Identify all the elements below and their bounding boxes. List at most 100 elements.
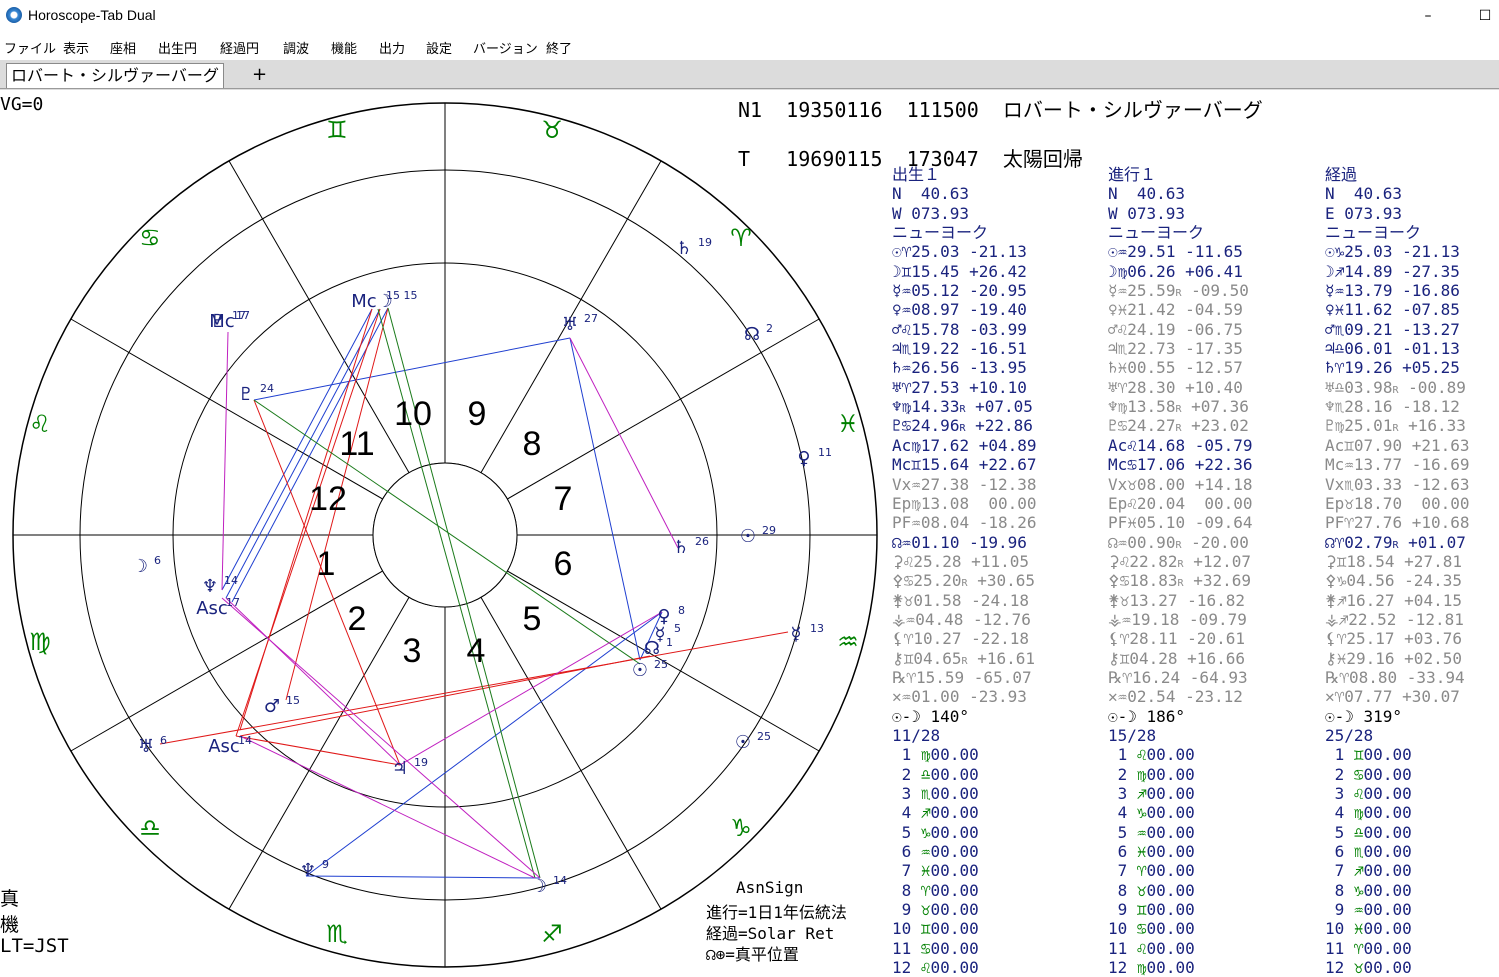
planet-marker[interactable]: ☽ 14 bbox=[531, 874, 567, 897]
body-row[interactable]: ♇♋24.96R +22.86 bbox=[892, 416, 1037, 435]
body-row[interactable]: Vx♉08.00 +14.18 bbox=[1108, 475, 1253, 494]
body-row[interactable]: ♀♓21.42 -04.59 bbox=[1108, 300, 1253, 319]
body-row[interactable]: Mc♒13.77 -16.69 bbox=[1325, 455, 1470, 474]
body-row[interactable]: ♆♍14.33R +07.05 bbox=[892, 397, 1037, 416]
body-row[interactable]: ⚷♊04.65R +16.61 bbox=[892, 649, 1037, 668]
menu-aspects[interactable]: 座相 bbox=[110, 38, 136, 57]
body-row[interactable]: ☿♒05.12 -20.95 bbox=[892, 281, 1037, 300]
body-row[interactable]: ✕♒01.00 -23.93 bbox=[892, 687, 1037, 706]
body-row[interactable]: ♇♋24.27R +23.02 bbox=[1108, 416, 1253, 435]
body-row[interactable]: Ep♌20.04 00.00 bbox=[1108, 494, 1253, 513]
body-row[interactable]: ♄♈19.26 +05.25 bbox=[1325, 358, 1470, 377]
body-row[interactable]: Mc♋17.06 +22.36 bbox=[1108, 455, 1253, 474]
body-row[interactable]: ⚶♐22.52 -12.81 bbox=[1325, 610, 1470, 629]
body-row[interactable]: ♂♌24.19 -06.75 bbox=[1108, 320, 1253, 339]
body-row[interactable]: ⚳♌22.82R +12.07 bbox=[1108, 552, 1253, 571]
body-row[interactable]: ⚵♉13.27 -16.82 bbox=[1108, 591, 1253, 610]
body-row[interactable]: ⚸♈10.27 -22.18 bbox=[892, 629, 1037, 648]
body-row[interactable]: ✕♒02.54 -23.12 bbox=[1108, 687, 1253, 706]
planet-marker[interactable]: ♅ 27 bbox=[562, 312, 598, 335]
planet-marker[interactable]: ☽ 6 bbox=[132, 554, 161, 577]
planet-marker[interactable]: ♀ 11 bbox=[797, 446, 832, 469]
body-row[interactable]: ♂♏09.21 -13.27 bbox=[1325, 320, 1470, 339]
body-row[interactable]: ☽♊15.45 +26.42 bbox=[892, 262, 1037, 281]
body-row[interactable]: ☉♈25.03 -21.13 bbox=[892, 242, 1037, 261]
body-row[interactable]: Ac♊07.90 +21.63 bbox=[1325, 436, 1470, 455]
planet-marker[interactable]: ♆ 14 bbox=[202, 574, 238, 597]
planet-marker[interactable]: ♄ 19 bbox=[676, 236, 712, 259]
body-row[interactable]: ℞♈15.59 -65.07 bbox=[892, 668, 1037, 687]
planet-marker[interactable]: ☉ 25 bbox=[632, 658, 668, 681]
body-row[interactable]: Ac♍17.62 +04.89 bbox=[892, 436, 1037, 455]
body-row[interactable]: Vx♏03.33 -12.63 bbox=[1325, 475, 1470, 494]
planet-marker[interactable]: Asc17 bbox=[196, 596, 240, 619]
body-row[interactable]: ♃♏19.22 -16.51 bbox=[892, 339, 1037, 358]
body-row[interactable]: ♅♈28.30 +10.40 bbox=[1108, 378, 1253, 397]
body-row[interactable]: ♂♌15.78 -03.99 bbox=[892, 320, 1037, 339]
body-row[interactable]: ☉♒29.51 -11.65 bbox=[1108, 242, 1253, 261]
body-row[interactable]: Ac♌14.68 -05.79 bbox=[1108, 436, 1253, 455]
body-row[interactable]: ⚸♈25.17 +03.76 bbox=[1325, 629, 1470, 648]
planet-marker[interactable]: Mc 17 bbox=[209, 309, 250, 332]
body-row[interactable]: ℞♈08.80 -33.94 bbox=[1325, 668, 1470, 687]
add-tab-button[interactable]: + bbox=[252, 63, 267, 87]
body-row[interactable]: PF♓05.10 -09.64 bbox=[1108, 513, 1253, 532]
body-row[interactable]: ♃♏22.73 -17.35 bbox=[1108, 339, 1253, 358]
body-row[interactable]: Mc♊15.64 +22.67 bbox=[892, 455, 1037, 474]
menu-file[interactable]: ファイル bbox=[4, 38, 56, 57]
planet-marker[interactable]: ♂ 15 bbox=[264, 694, 300, 717]
menu-natal-circle[interactable]: 出生円 bbox=[158, 38, 197, 57]
body-row[interactable]: ♆♏28.16 -18.12 bbox=[1325, 397, 1470, 416]
body-row[interactable]: ⚷♓29.16 +02.50 bbox=[1325, 649, 1470, 668]
menu-exit[interactable]: 終了 bbox=[546, 38, 572, 57]
body-row[interactable]: ♆♍13.58R +07.36 bbox=[1108, 397, 1253, 416]
body-row[interactable]: ♇♍25.01R +16.33 bbox=[1325, 416, 1470, 435]
body-row[interactable]: ⚵♐16.27 +04.15 bbox=[1325, 591, 1470, 610]
body-row[interactable]: ✕♈07.77 +30.07 bbox=[1325, 687, 1470, 706]
menu-settings[interactable]: 設定 bbox=[426, 38, 452, 57]
tab-chart[interactable]: ロバート・シルヴァーバーグ bbox=[6, 63, 224, 88]
body-row[interactable]: ☉♑25.03 -21.13 bbox=[1325, 242, 1470, 261]
body-row[interactable]: ⚷♊04.28 +16.66 bbox=[1108, 649, 1253, 668]
body-row[interactable]: ℞♈16.24 -64.93 bbox=[1108, 668, 1253, 687]
body-row[interactable]: ☿♒13.79 -16.86 bbox=[1325, 281, 1470, 300]
planet-marker[interactable]: ☊ 2 bbox=[744, 322, 773, 345]
body-row[interactable]: ♅♈27.53 +10.10 bbox=[892, 378, 1037, 397]
body-row[interactable]: ☊♒00.90R -20.00 bbox=[1108, 533, 1253, 552]
body-row[interactable]: ♃♎06.01 -01.13 bbox=[1325, 339, 1470, 358]
planet-marker[interactable]: ☿ 13 bbox=[790, 622, 824, 645]
planet-marker[interactable]: ☉ 25 bbox=[735, 730, 771, 753]
body-row[interactable]: ⚵♉01.58 -24.18 bbox=[892, 591, 1037, 610]
body-row[interactable]: ♀♒08.97 -19.40 bbox=[892, 300, 1037, 319]
planet-marker[interactable]: Asc14 bbox=[208, 734, 252, 757]
body-row[interactable]: Ep♉18.70 00.00 bbox=[1325, 494, 1470, 513]
body-row[interactable]: ☊♒01.10 -19.96 bbox=[892, 533, 1037, 552]
body-row[interactable]: ⚶♒19.18 -09.79 bbox=[1108, 610, 1253, 629]
planet-marker[interactable]: ♆ 9 bbox=[300, 858, 329, 881]
body-row[interactable]: PF♈27.76 +10.68 bbox=[1325, 513, 1470, 532]
body-row[interactable]: ⚴♑04.56 -24.35 bbox=[1325, 571, 1470, 590]
menu-transit-circle[interactable]: 経過円 bbox=[220, 38, 259, 57]
body-row[interactable]: ☿♒25.59R -09.50 bbox=[1108, 281, 1253, 300]
planet-marker[interactable]: ♄ 26 bbox=[673, 535, 709, 558]
planet-marker[interactable]: ☊ 1 bbox=[644, 636, 673, 659]
body-row[interactable]: Ep♍13.08 00.00 bbox=[892, 494, 1037, 513]
menu-functions[interactable]: 機能 bbox=[331, 38, 357, 57]
menu-output[interactable]: 出力 bbox=[379, 38, 405, 57]
body-row[interactable]: Vx♒27.38 -12.38 bbox=[892, 475, 1037, 494]
body-row[interactable]: ⚳♊18.54 +27.81 bbox=[1325, 552, 1470, 571]
body-row[interactable]: ☽♐14.89 -27.35 bbox=[1325, 262, 1470, 281]
body-row[interactable]: ♀♓11.62 -07.85 bbox=[1325, 300, 1470, 319]
planet-marker[interactable]: Mc☽15 15 bbox=[351, 289, 417, 312]
maximize-button[interactable]: ☐ bbox=[1462, 2, 1499, 30]
body-row[interactable]: ☊♈02.79R +01.07 bbox=[1325, 533, 1470, 552]
minimize-button[interactable]: – bbox=[1405, 2, 1451, 30]
planet-marker[interactable]: ♅ 6 bbox=[138, 734, 167, 757]
body-row[interactable]: ♄♓00.55 -12.57 bbox=[1108, 358, 1253, 377]
body-row[interactable]: ⚴♋18.83R +32.69 bbox=[1108, 571, 1253, 590]
body-row[interactable]: ⚶♒04.48 -12.76 bbox=[892, 610, 1037, 629]
body-row[interactable]: PF♒08.04 -18.26 bbox=[892, 513, 1037, 532]
body-row[interactable]: ⚴♋25.20R +30.65 bbox=[892, 571, 1037, 590]
body-row[interactable]: ☽♍06.26 +06.41 bbox=[1108, 262, 1253, 281]
menu-version[interactable]: バージョン bbox=[473, 38, 538, 57]
